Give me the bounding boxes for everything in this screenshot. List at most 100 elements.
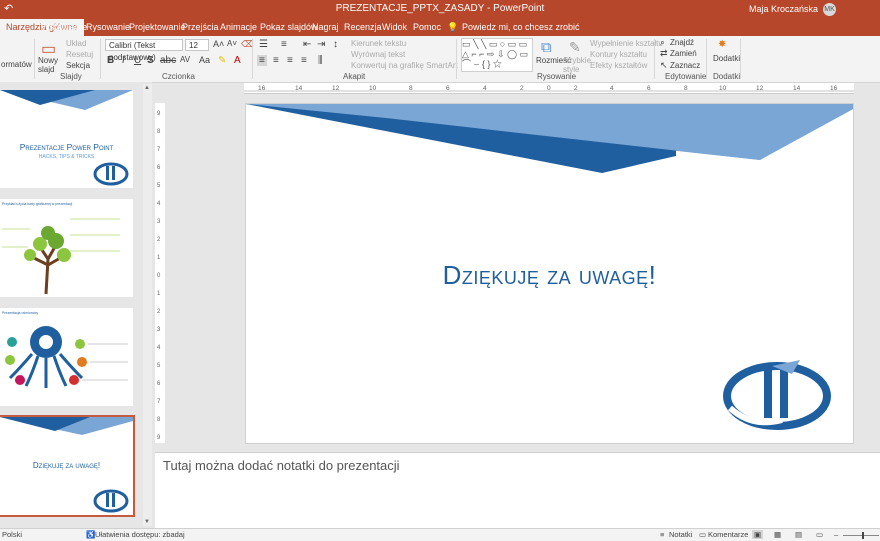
align-left-icon[interactable]: ≡	[257, 55, 267, 66]
tab-insert[interactable]: Wstawianie	[41, 22, 87, 32]
notes-toggle[interactable]: Notatki	[669, 530, 692, 539]
decrease-indent-icon[interactable]: ⇤	[303, 39, 311, 50]
user-name[interactable]: Maja Kroczańska	[749, 4, 818, 14]
select-button[interactable]: Zaznacz	[670, 61, 700, 70]
new-slide-button[interactable]: Nowy slajd	[38, 56, 58, 74]
smartart-button[interactable]: Konwertuj na grafikę SmartArt	[351, 61, 458, 70]
shape-fill-button[interactable]: Wypełnienie kształtu	[590, 39, 663, 48]
svg-text:2: 2	[520, 85, 524, 92]
arrange-icon[interactable]: ⧉	[541, 39, 552, 56]
tab-help[interactable]: Pomoc	[413, 22, 441, 32]
quick-styles-icon[interactable]: ✎	[569, 39, 581, 56]
slide-thumbnail-pane: Prezentacje Power Point HACKS, TIPS & TR…	[0, 82, 152, 528]
bold-icon[interactable]: B	[107, 55, 114, 66]
thumb-title: Prezentacje Power Point	[19, 142, 114, 152]
avatar[interactable]: MK	[823, 3, 836, 16]
group-label-addins: Dodatki	[713, 72, 741, 81]
company-logo	[93, 162, 129, 186]
tab-record[interactable]: Nagraj	[312, 22, 339, 32]
addins-icon[interactable]: ✸	[718, 39, 726, 50]
char-spacing-icon[interactable]: AV	[180, 55, 190, 64]
scroll-down-icon[interactable]: ▼	[144, 519, 150, 525]
notes-placeholder[interactable]: Tutaj można dodać notatki do prezentacji	[163, 458, 400, 473]
format-painter-button[interactable]: ormatów	[1, 60, 32, 69]
reset-button[interactable]: Resetuj	[66, 50, 93, 59]
select-icon[interactable]: ↖	[660, 60, 668, 71]
ruler-ticks: 16 14 12 10 8 6 4 2 0 2 4 6 8 10 12 14 16	[244, 85, 854, 92]
replace-button[interactable]: Zamień	[670, 49, 697, 58]
section-button[interactable]: Sekcja	[66, 61, 90, 70]
strikethrough-icon[interactable]: abc	[160, 55, 176, 66]
slide-thumbnail-2[interactable]: Przykład użycia karty graficznej w preze…	[0, 199, 133, 297]
svg-text:6: 6	[446, 85, 450, 92]
font-name-combo[interactable]: Calibri (Tekst podstawowy)	[105, 39, 183, 62]
slide-thumbnail-3[interactable]: Prezentacja ośmiornicy	[0, 308, 133, 406]
svg-text:2: 2	[157, 237, 161, 243]
slide-canvas[interactable]: Dziękuję za uwagę!	[245, 103, 854, 444]
tab-animations[interactable]: Animacje	[220, 22, 257, 32]
svg-text:1: 1	[157, 255, 161, 261]
svg-text:5: 5	[157, 363, 161, 369]
align-text-button[interactable]: Wyrównaj tekst	[351, 50, 405, 59]
tab-design[interactable]: Projektowanie	[129, 22, 186, 32]
layout-button[interactable]: Układ	[66, 39, 86, 48]
zoom-slider[interactable]	[843, 535, 879, 536]
slide-title[interactable]: Dziękuję za uwagę!	[246, 260, 853, 291]
tab-transitions[interactable]: Przejścia	[182, 22, 219, 32]
find-button[interactable]: Znajdź	[670, 38, 694, 47]
group-separator	[654, 39, 655, 79]
language-status[interactable]: Polski	[2, 530, 22, 539]
slideshow-icon[interactable]: ▭	[816, 530, 823, 539]
font-color-icon[interactable]: A	[234, 55, 241, 66]
numbering-icon[interactable]: ≡	[281, 39, 287, 50]
ribbon-tabs: Narzędzia główne Wstawianie Rysowanie Pr…	[0, 19, 880, 36]
shape-effects-button[interactable]: Efekty kształtów	[590, 61, 647, 70]
zoom-out-icon[interactable]: –	[834, 530, 838, 539]
slide-thumbnail-1[interactable]: Prezentacje Power Point HACKS, TIPS & TR…	[0, 90, 133, 188]
slide-sorter-icon[interactable]: ▦	[774, 530, 781, 539]
align-center-icon[interactable]: ≡	[273, 55, 279, 66]
shrink-font-icon[interactable]: A˅	[227, 39, 237, 48]
svg-text:9: 9	[157, 111, 161, 117]
group-separator	[706, 39, 707, 79]
svg-text:8: 8	[157, 129, 161, 135]
comments-toggle[interactable]: Komentarze	[708, 530, 748, 539]
increase-indent-icon[interactable]: ⇥	[317, 39, 325, 50]
scroll-up-icon[interactable]: ▲	[144, 85, 150, 91]
svg-text:4: 4	[157, 201, 161, 207]
justify-icon[interactable]: ≡	[301, 55, 307, 66]
italic-icon[interactable]: I	[122, 55, 125, 66]
addins-button[interactable]: Dodatki	[713, 54, 740, 63]
font-size-combo[interactable]: 12	[185, 39, 209, 51]
bullets-icon[interactable]: ☰	[259, 39, 268, 50]
accessibility-status[interactable]: Ułatwienia dostępu: zbadaj	[95, 530, 185, 539]
tab-draw[interactable]: Rysowanie	[86, 22, 130, 32]
tab-review[interactable]: Recenzja	[344, 22, 382, 32]
find-icon[interactable]: ⌕	[660, 37, 665, 48]
line-spacing-icon[interactable]: ↕	[333, 39, 338, 50]
reading-view-icon[interactable]: ▤	[795, 530, 802, 539]
comments-icon: ▭	[699, 530, 707, 539]
shape-outline-button[interactable]: Kontury kształtu	[590, 50, 647, 59]
text-direction-button[interactable]: Kierunek tekstu	[351, 39, 406, 48]
align-right-icon[interactable]: ≡	[287, 55, 293, 66]
shadow-icon[interactable]: S	[147, 55, 154, 66]
change-case-icon[interactable]: Aa	[199, 55, 210, 65]
replace-icon[interactable]: ⇄	[660, 48, 668, 59]
svg-text:4: 4	[610, 85, 614, 92]
normal-view-icon[interactable]: ▣	[752, 530, 764, 539]
svg-text:0: 0	[157, 273, 161, 279]
tab-slideshow[interactable]: Pokaz slajdów	[260, 22, 318, 32]
columns-icon[interactable]: ⫼	[318, 55, 323, 66]
group-separator	[740, 39, 741, 79]
notes-pane[interactable]: Tutaj można dodać notatki do prezentacji	[155, 452, 880, 529]
grow-font-icon[interactable]: A˄	[213, 39, 224, 49]
underline-icon[interactable]: U	[134, 55, 141, 66]
zoom-slider-thumb[interactable]	[862, 532, 864, 539]
shapes-gallery[interactable]: ▭ ╲ ╲ ▭ ○ ▭ ▭ △ ⌐ ⌐ ⇨ ⇩ ◯ ▭ ⌒ ⌣ { } ☆	[461, 38, 533, 72]
slide-thumbnail-4[interactable]: Dziękuję za uwagę!	[0, 415, 135, 517]
highlight-icon[interactable]: ✎	[218, 55, 226, 66]
thumbnail-scrollbar[interactable]: ▲ ▼	[143, 84, 152, 526]
tell-me-search[interactable]: Powiedz mi, co chcesz zrobić	[462, 22, 580, 32]
tab-view[interactable]: Widok	[382, 22, 407, 32]
